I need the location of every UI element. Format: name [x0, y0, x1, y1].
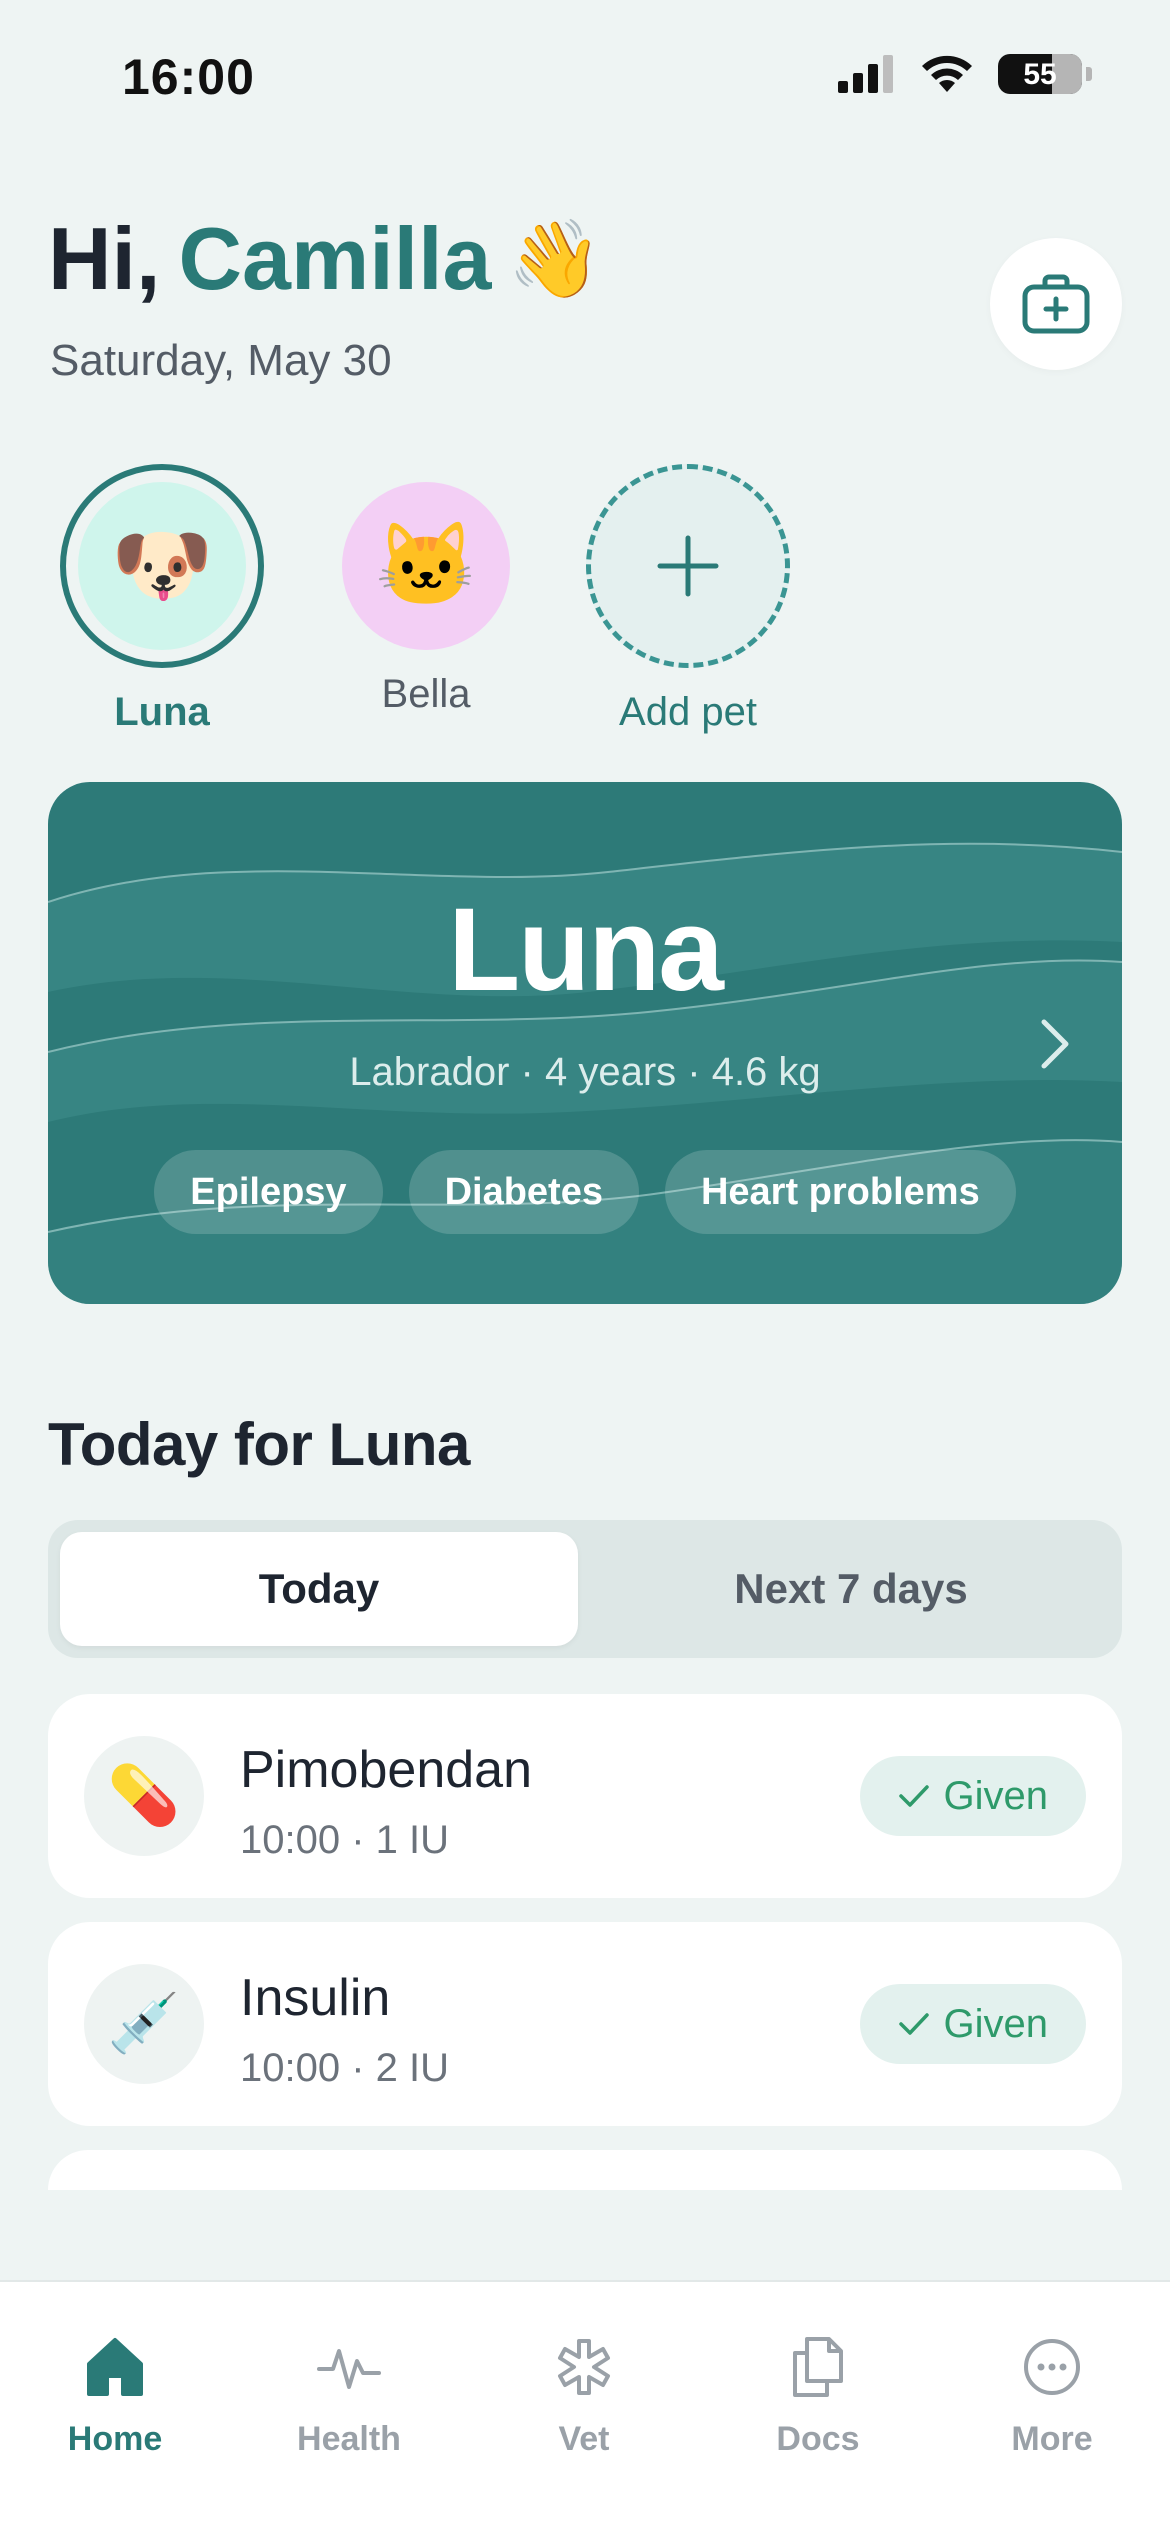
- nav-label-vet: Vet: [558, 2420, 610, 2458]
- chevron-right-icon[interactable]: [1040, 1018, 1070, 1070]
- nav-health[interactable]: Health: [259, 2332, 439, 2459]
- condition-tag: Epilepsy: [154, 1150, 383, 1234]
- nav-home[interactable]: Home: [25, 2332, 205, 2459]
- condition-tags: Epilepsy Diabetes Heart problems: [48, 1150, 1122, 1234]
- nav-docs[interactable]: Docs: [728, 2332, 908, 2459]
- first-aid-button[interactable]: [990, 238, 1122, 370]
- user-name: Camilla: [178, 209, 492, 308]
- first-aid-kit-icon: [1022, 274, 1090, 334]
- cat-icon: 🐱: [374, 520, 478, 611]
- tab-today[interactable]: Today: [60, 1532, 578, 1646]
- pulse-icon: [317, 2349, 381, 2389]
- battery-level: 55: [1023, 58, 1057, 91]
- given-status-button[interactable]: Given: [859, 1756, 1086, 1836]
- given-status-button[interactable]: Given: [859, 1984, 1086, 2064]
- nav-label-docs: Docs: [776, 2420, 860, 2458]
- medication-card-pimobendan[interactable]: 💊 Pimobendan 10:00 · 1 IU Given: [48, 1694, 1122, 1898]
- medication-name: Insulin: [240, 1969, 391, 2027]
- battery-icon: 55: [998, 54, 1082, 94]
- given-label: Given: [943, 2001, 1049, 2046]
- condition-tag: Diabetes: [408, 1150, 639, 1234]
- medical-star-icon: [558, 2339, 610, 2395]
- nav-label-home: Home: [67, 2420, 163, 2458]
- more-icon: [1024, 2339, 1080, 2395]
- status-time: 16:00: [122, 49, 255, 105]
- wifi-icon: [922, 55, 972, 92]
- status-icons: 55: [838, 54, 1092, 94]
- medication-card-insulin[interactable]: 💉 Insulin 10:00 · 2 IU Given: [48, 1922, 1122, 2126]
- pet-name-bella: Bella: [381, 672, 471, 716]
- signal-icon: [838, 55, 893, 93]
- plus-icon: [657, 535, 719, 597]
- bottom-navigation: Home Health Vet Docs More: [0, 2280, 1170, 2532]
- pet-avatar-luna: 🐶: [78, 482, 246, 650]
- current-date: Saturday, May 30: [50, 336, 392, 385]
- pet-name-luna: Luna: [114, 690, 210, 734]
- medication-card-partial[interactable]: [48, 2150, 1122, 2190]
- nav-vet[interactable]: Vet: [494, 2332, 674, 2459]
- add-pet-button[interactable]: Add pet: [586, 464, 790, 735]
- pet-selector-luna[interactable]: 🐶 Luna: [60, 464, 264, 735]
- schedule-segmented-control: Today Next 7 days: [48, 1520, 1122, 1658]
- nav-more[interactable]: More: [962, 2332, 1142, 2459]
- pet-card-name: Luna: [448, 884, 724, 1016]
- waving-hand-icon: 👋: [507, 217, 603, 302]
- checkmark-icon: [898, 2013, 929, 2035]
- pet-profile-card[interactable]: Luna Labrador · 4 years · 4.6 kg Epileps…: [48, 782, 1122, 1304]
- nav-label-health: Health: [297, 2420, 401, 2458]
- medication-dose: 10:00 · 1 IU: [240, 1818, 450, 1862]
- pet-avatar-bella: 🐱: [342, 482, 510, 650]
- nav-label-more: More: [1011, 2420, 1093, 2458]
- section-title: Today for Luna: [48, 1411, 470, 1478]
- pet-card-details: Labrador · 4 years · 4.6 kg: [349, 1050, 821, 1094]
- pill-icon: 💊: [84, 1736, 204, 1856]
- syringe-icon: 💉: [84, 1964, 204, 2084]
- home-icon: [87, 2338, 143, 2396]
- given-label: Given: [943, 1773, 1049, 1818]
- checkmark-icon: [898, 1785, 929, 1807]
- tab-next-7-days[interactable]: Next 7 days: [592, 1532, 1110, 1646]
- dog-icon: 🐶: [110, 520, 214, 611]
- pet-selector-bella[interactable]: 🐱 Bella: [324, 464, 528, 717]
- status-bar: 16:00 55: [0, 0, 1170, 150]
- greeting-prefix: Hi,: [48, 209, 161, 308]
- add-pet-label: Add pet: [619, 690, 757, 734]
- greeting: Hi, Camilla 👋: [48, 208, 602, 310]
- medication-name: Pimobendan: [240, 1741, 532, 1799]
- documents-icon: [793, 2337, 843, 2397]
- medication-dose: 10:00 · 2 IU: [240, 2046, 450, 2090]
- condition-tag: Heart problems: [664, 1150, 1016, 1234]
